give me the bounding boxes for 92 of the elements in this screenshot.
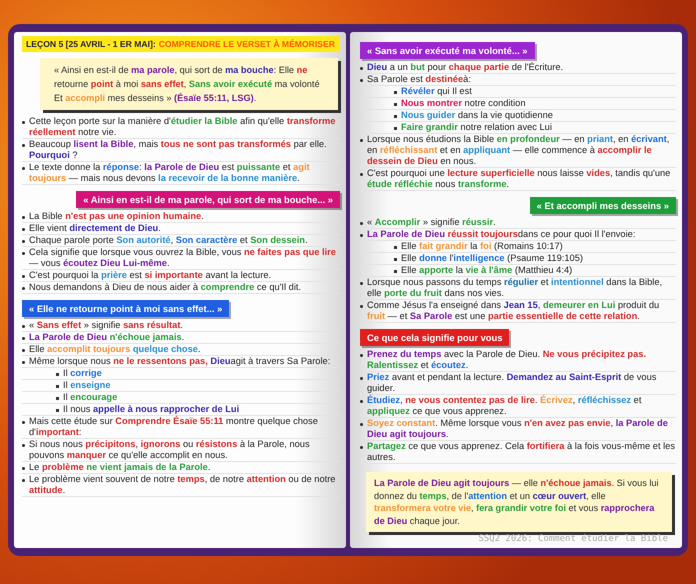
bullet-icon (360, 400, 363, 403)
bullet-text: Lorsque nous passons du temps régulier et intentionnel dans la Bible, elle porte du fruit dans nos vies. (367, 277, 664, 299)
bullet-icon (56, 397, 59, 400)
bullet-text: Beaucoup lisent la Bible, mais tous ne sont pas transformés par elle. Pourquoi ? (29, 139, 328, 161)
bullet-icon (22, 361, 25, 364)
bullet-icon (22, 121, 25, 124)
bullet-icon (360, 234, 363, 237)
bullet-icon (394, 127, 397, 130)
bullet-icon (360, 354, 363, 357)
bullet-text: Il corrige (63, 368, 102, 379)
bullet-text: Lorsque nous étudions la Bible en profondeur — en priant, en écrivant, en réfléchissant et en appliquant — elle commence à accomplir le dessein de Dieu en nous. (367, 134, 670, 167)
section-heading: Ce que cela signifie pour vous (360, 329, 510, 346)
bullet-icon (22, 287, 25, 290)
bullet-icon (22, 252, 25, 255)
bullet-icon (360, 446, 363, 449)
bullet-text: Il enseigne (63, 380, 111, 391)
bullet-text: Priez avant et pendant la lecture. Demandez au Saint-Esprit de vous guider. (367, 372, 658, 394)
bullet-icon (22, 479, 25, 482)
bullet-icon (360, 79, 363, 82)
bullet-text: Il nous appelle à nous rapprocher de Lui (63, 404, 240, 415)
bullet-text: C'est pourquoi une lecture superficielle nous laisse vides, tandis qu'une étude réfléchie nous transforme. (367, 168, 672, 190)
conclusion-box: La Parole de Dieu agit toujours — elle n'échoue jamais. Si vous lui donnez du temps, de l'attention et un cœur ouvert, elle transformera votre vie, fera grandir votre foi et vous rapprochera de Dieu chaque jour. (366, 472, 672, 532)
lesson-title: COMPRENDRE LE VERSET À MÉMORISER (158, 39, 335, 49)
bullet-text: Sa Parole est destinéeà: (367, 74, 471, 85)
bullet-icon (360, 377, 363, 380)
bullet-icon (22, 228, 25, 231)
bullet-icon (394, 91, 397, 94)
bullet-text: Étudiez, ne vous contentez pas de lire. Écrivez, réfléchissez et appliquez ce que vous apprenez. (367, 395, 642, 417)
bullet-text: Dieu a un but pour chaque partie de l'Écriture. (367, 62, 564, 73)
bullet-icon (360, 67, 363, 70)
bullet-icon (22, 167, 25, 170)
bullet-icon (360, 139, 363, 142)
bullet-icon (360, 222, 363, 225)
bullet-text: Nous demandons à Dieu de nous aider à comprendre ce qu'Il dit. (29, 282, 302, 293)
bullet-text: Cette leçon porte sur la manière d'étudier la Bible afin qu'elle transforme réellement notre vie. (29, 116, 336, 138)
bullet-icon (22, 421, 25, 424)
section-heading: « Et accompli mes desseins » (530, 197, 676, 214)
bullet-icon (394, 246, 397, 249)
bullet-text: Elle vient directement de Dieu. (29, 223, 161, 234)
bullet-text: Faire grandir notre relation avec Lui (401, 122, 552, 133)
bullet-icon (22, 467, 25, 470)
bullet-text: Nous montrer notre condition (401, 98, 526, 109)
bullet-icon (56, 385, 59, 388)
bullet-text: Prenez du temps avec la Parole de Dieu. Ne vous précipitez pas. Ralentissez et écoutez. (367, 349, 648, 371)
bullet-icon (360, 282, 363, 285)
bullet-text: La Bible n'est pas une opinion humaine. (29, 211, 204, 222)
bullet-icon (360, 305, 363, 308)
bullet-text: Le texte donne la réponse: la Parole de Dieu est puissante et agit toujours — mais nous devons la recevoir de la bonne manière. (29, 162, 311, 184)
memory-verse: « Ainsi en est-il de ma parole, qui sort de ma bouche: Elle ne retourne point à moi sans effet, Sans avoir exécuté ma volonté Et accompli mes desseins » (Ésaïe 55:11, LSG). (40, 58, 338, 110)
bullet-text: La Parole de Dieu n'échoue jamais. (29, 332, 184, 343)
bullet-text: Le problème vient souvent de notre temps, de notre attention ou de notre attitude. (29, 474, 336, 496)
bullet-text: Elle donne l'intelligence (Psaume 119:105) (401, 253, 583, 264)
bullet-text: Elle accomplit toujours quelque chose. (29, 344, 201, 355)
bullet-text: Chaque parole porte Son autorité, Son caractère et Son dessein. (29, 235, 308, 246)
bullet-text: Mais cette étude sur Comprendre Ésaïe 55:11 montre quelque chose d'important: (29, 416, 319, 438)
bullet-text: Elle fait grandir la foi (Romains 10:17) (401, 241, 563, 252)
bullet-icon (56, 409, 59, 412)
bullet-text: Révéler qui Il est (401, 86, 472, 97)
bullet-icon (360, 173, 363, 176)
bullet-text: Si nous nous précipitons, ignorons ou résistons à la Parole, nous pouvons manquer ce qu'elle accomplit en nous. (29, 439, 311, 461)
bullet-text: Soyez constant. Même lorsque vous n'en avez pas envie, la Parole de Dieu agit toujours. (367, 418, 669, 440)
section-heading: « Sans avoir exécuté ma volonté... » (360, 42, 534, 59)
section-heading: « Ainsi en est-il de ma parole, qui sort de ma bouche... » (76, 191, 340, 208)
bullet-icon (22, 349, 25, 352)
bullet-icon (394, 103, 397, 106)
bullet-icon (22, 144, 25, 147)
bullet-text: Le problème ne vient jamais de la Parole. (29, 462, 210, 473)
bullet-icon (394, 115, 397, 118)
bullet-icon (22, 444, 25, 447)
bullet-icon (394, 270, 397, 273)
bullet-text: Il encourage (63, 392, 118, 403)
section-heading: « Elle ne retourne point à moi sans effet... » (22, 300, 230, 317)
bullet-icon (22, 240, 25, 243)
bullet-icon (360, 423, 363, 426)
footer-text: SSQ2 2026: Comment étudier la Bible (477, 534, 669, 544)
bullet-text: Comme Jésus l'a enseigné dans Jean 15, demeurer en Lui produit du fruit — et Sa Parole est une partie essentielle de cette relation. (367, 300, 660, 322)
bullet-text: Cela signifie que lorsque vous ouvrez la Bible, vous ne faites pas que lire — vous écoutez Dieu Lui-même. (29, 247, 337, 269)
bullet-icon (394, 258, 397, 261)
bullet-text: C'est pourquoi la prière est si importante avant la lecture. (29, 270, 272, 281)
bullet-icon (56, 373, 59, 376)
bullet-icon (22, 216, 25, 219)
bullet-text: Elle apporte la vie à l'âme (Matthieu 4:4) (401, 265, 572, 276)
bullet-text: Partagez ce que vous apprenez. Cela fortifiera à la fois vous-même et les autres. (367, 441, 676, 463)
bullet-icon (22, 337, 25, 340)
bullet-text: « Sans effet » signifie sans résultat. (29, 320, 184, 331)
bullet-text: Nous guider dans la vie quotidienne (401, 110, 553, 121)
bullet-text: « Accomplir » signifie réussir. (367, 217, 496, 228)
bullet-icon (22, 325, 25, 328)
bullet-icon (22, 275, 25, 278)
bullet-text: Même lorsque nous ne le ressentons pas, Dieuagit à travers Sa Parole: (29, 356, 330, 367)
lesson-label: LEÇON 5 [25 AVRIL - 1 ER MAI]: (26, 39, 156, 49)
bullet-text: La Parole de Dieu réussit toujoursdans ce pour quoi Il l'envoie: (367, 229, 636, 240)
